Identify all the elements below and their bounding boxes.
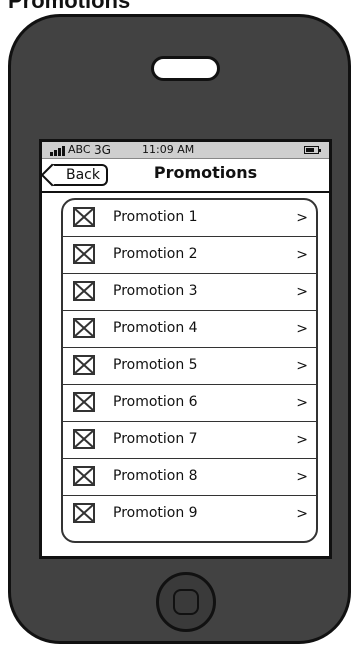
list-item-label: Promotion 1 — [113, 209, 198, 225]
list-item[interactable]: Promotion 7 > — [63, 422, 316, 459]
list-item[interactable]: Promotion 1 > — [63, 200, 316, 237]
network-type: 3G — [94, 143, 111, 157]
home-button[interactable] — [156, 572, 216, 632]
chevron-right-icon: > — [296, 284, 308, 300]
list-item[interactable]: Promotion 9 > — [63, 496, 316, 533]
list-item-label: Promotion 8 — [113, 468, 198, 484]
screen: ABC 3G 11:09 AM Back Promotions Promotio… — [39, 139, 332, 559]
image-placeholder-icon — [73, 207, 95, 227]
home-square-icon — [173, 589, 199, 615]
list-item-label: Promotion 4 — [113, 320, 198, 336]
back-button[interactable]: Back — [52, 164, 108, 186]
list-item-label: Promotion 3 — [113, 283, 198, 299]
list-item[interactable]: Promotion 4 > — [63, 311, 316, 348]
chevron-right-icon: > — [296, 247, 308, 263]
speaker-slot — [151, 56, 220, 81]
image-placeholder-icon — [73, 392, 95, 412]
image-placeholder-icon — [73, 244, 95, 264]
page-title: Promotions — [153, 163, 258, 182]
image-placeholder-icon — [73, 503, 95, 523]
chevron-right-icon: > — [296, 395, 308, 411]
list-item[interactable]: Promotion 6 > — [63, 385, 316, 422]
image-placeholder-icon — [73, 355, 95, 375]
list-item[interactable]: Promotion 8 > — [63, 459, 316, 496]
list-item-label: Promotion 9 — [113, 505, 198, 521]
image-placeholder-icon — [73, 281, 95, 301]
chevron-right-icon: > — [296, 432, 308, 448]
window-title: Promotions — [8, 0, 131, 13]
chevron-right-icon: > — [296, 210, 308, 226]
chevron-right-icon: > — [296, 469, 308, 485]
image-placeholder-icon — [73, 318, 95, 338]
nav-bar: Back Promotions — [42, 159, 329, 193]
list-item-label: Promotion 5 — [113, 357, 198, 373]
chevron-right-icon: > — [296, 321, 308, 337]
list-item-label: Promotion 6 — [113, 394, 198, 410]
carrier-name: ABC — [68, 143, 91, 156]
list-item[interactable]: Promotion 5 > — [63, 348, 316, 385]
battery-icon — [304, 146, 321, 154]
status-bar: ABC 3G 11:09 AM — [42, 142, 329, 159]
image-placeholder-icon — [73, 429, 95, 449]
list-item-label: Promotion 2 — [113, 246, 198, 262]
status-time: 11:09 AM — [142, 143, 195, 156]
list-item[interactable]: Promotion 2 > — [63, 237, 316, 274]
list-item-label: Promotion 7 — [113, 431, 198, 447]
signal-bars-icon — [50, 146, 66, 156]
image-placeholder-icon — [73, 466, 95, 486]
chevron-right-icon: > — [296, 358, 308, 374]
list-item[interactable]: Promotion 3 > — [63, 274, 316, 311]
phone-frame: ABC 3G 11:09 AM Back Promotions Promotio… — [8, 14, 351, 644]
promotions-list: Promotion 1 > Promotion 2 > Promotion 3 … — [61, 198, 318, 543]
chevron-right-icon: > — [296, 506, 308, 522]
